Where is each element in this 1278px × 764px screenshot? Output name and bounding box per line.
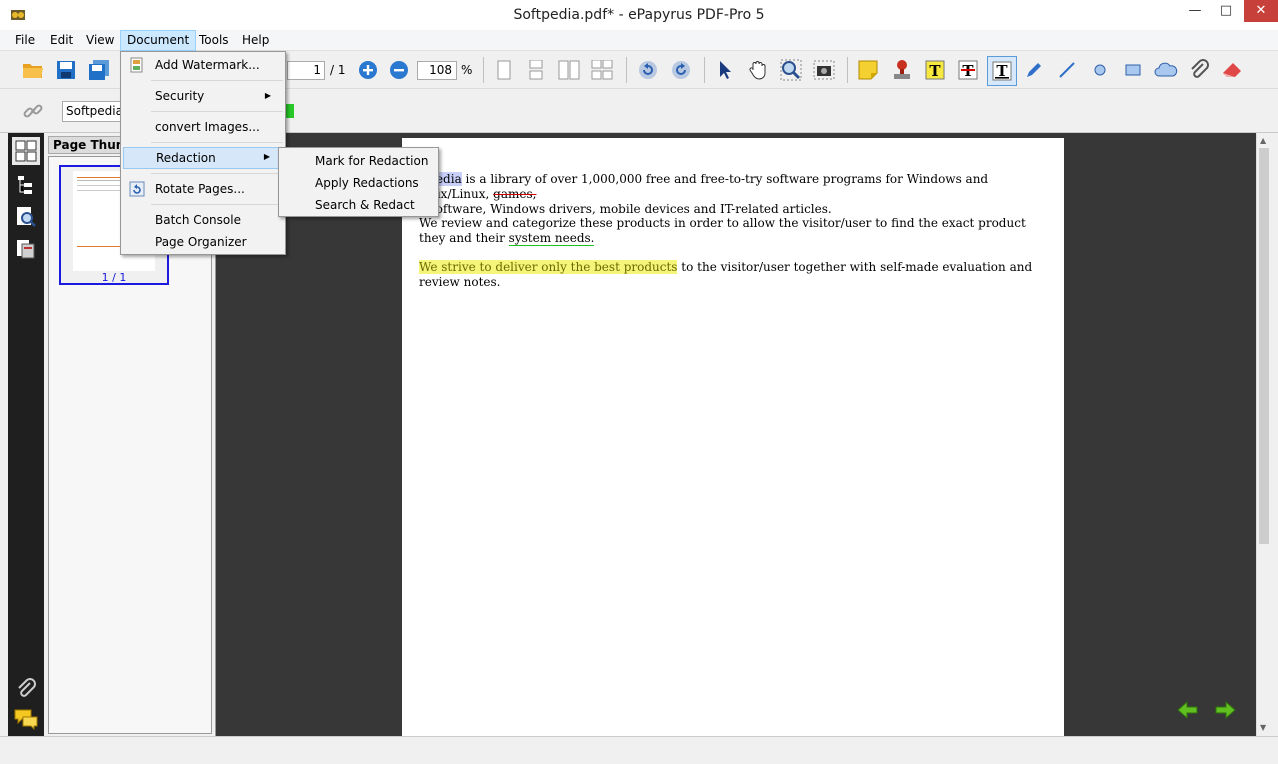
minimize-button[interactable]: — xyxy=(1180,0,1210,22)
zoom-in-icon[interactable] xyxy=(355,57,381,83)
vertical-scrollbar[interactable]: ▲ ▼ xyxy=(1256,133,1270,736)
maximize-button[interactable]: □ xyxy=(1211,0,1241,22)
pdf-paragraph-1: ftpedia is a library of over 1,000,000 f… xyxy=(419,172,989,216)
open-folder-icon[interactable] xyxy=(20,57,46,83)
underline-text-icon[interactable]: T xyxy=(987,56,1017,86)
thumbnails-panel-icon[interactable] xyxy=(12,137,40,165)
eraser-icon[interactable] xyxy=(1220,57,1246,83)
pdf-page[interactable]: ftpedia is a library of over 1,000,000 f… xyxy=(402,138,1064,736)
hand-tool-icon[interactable] xyxy=(745,57,771,83)
bookmarks-panel-icon[interactable] xyxy=(12,171,40,199)
link-icon[interactable] xyxy=(20,98,46,124)
watermark-icon xyxy=(130,57,143,73)
menu-redaction[interactable]: Redaction ▶ xyxy=(123,147,283,169)
window-title: Softpedia.pdf* - ePapyrus PDF-Pro 5 xyxy=(513,7,765,23)
menu-help[interactable]: Help xyxy=(236,30,275,51)
rotate-left-icon[interactable] xyxy=(635,57,661,83)
svg-text:T: T xyxy=(929,62,941,80)
scroll-up-icon[interactable]: ▲ xyxy=(1260,136,1266,145)
facing-page-icon[interactable] xyxy=(556,57,582,83)
thumbnail-page-label: 1 / 1 xyxy=(101,271,127,284)
underline-annotation[interactable]: system needs. xyxy=(508,231,595,246)
zoom-percent-label: % xyxy=(461,63,473,77)
marquee-zoom-icon[interactable] xyxy=(778,57,804,83)
close-button[interactable]: ✕ xyxy=(1244,0,1278,22)
scroll-thumb[interactable] xyxy=(1259,148,1269,544)
ellipse-icon[interactable] xyxy=(1087,57,1113,83)
menu-search-and-redact[interactable]: Search & Redact xyxy=(281,194,436,216)
next-page-arrow-icon[interactable] xyxy=(1214,700,1236,720)
menu-document[interactable]: Document xyxy=(120,30,197,51)
title-bar: Softpedia.pdf* - ePapyrus PDF-Pro 5 — □ … xyxy=(0,0,1278,30)
highlight-text-icon[interactable]: T xyxy=(922,57,948,83)
scroll-down-icon[interactable]: ▼ xyxy=(1260,723,1266,732)
sticky-note-icon[interactable] xyxy=(856,57,882,83)
continuous-facing-icon[interactable] xyxy=(589,57,615,83)
submenu-arrow-icon: ▶ xyxy=(264,91,271,100)
save-icon[interactable] xyxy=(53,57,79,83)
layers-panel-icon[interactable] xyxy=(12,235,40,263)
menu-file[interactable]: File xyxy=(9,30,41,51)
rotate-pages-icon xyxy=(129,181,145,197)
cloud-icon[interactable] xyxy=(1153,57,1179,83)
page-number-input[interactable]: 1 xyxy=(287,61,325,80)
attachment-icon[interactable] xyxy=(1186,57,1212,83)
pen-icon[interactable] xyxy=(1021,57,1047,83)
pdf-paragraph-3: We strive to deliver only the best produ… xyxy=(419,260,1033,289)
menu-view[interactable]: View xyxy=(80,30,120,51)
menu-rotate-pages[interactable]: Rotate Pages... xyxy=(123,178,283,200)
zoom-out-icon[interactable] xyxy=(386,57,412,83)
menu-convert-images[interactable]: convert Images... xyxy=(123,116,283,138)
document-menu-dropdown: Add Watermark... Security ▶ convert Imag… xyxy=(120,51,286,255)
zoom-input[interactable]: 108 xyxy=(417,61,457,80)
document-viewer[interactable]: ftpedia is a library of over 1,000,000 f… xyxy=(216,133,1256,736)
menu-edit[interactable]: Edit xyxy=(44,30,79,51)
line-icon[interactable] xyxy=(1054,57,1080,83)
page-total-label: / 1 xyxy=(330,63,346,77)
yellow-highlight[interactable]: We strive to deliver only the best produ… xyxy=(419,260,678,274)
rotate-right-icon[interactable] xyxy=(668,57,694,83)
comments-panel-icon[interactable] xyxy=(12,705,40,733)
menu-security[interactable]: Security ▶ xyxy=(123,85,283,107)
menu-add-watermark[interactable]: Add Watermark... xyxy=(123,54,283,76)
left-sidebar xyxy=(8,133,44,736)
save-all-icon[interactable] xyxy=(86,57,112,83)
search-go-indicator xyxy=(286,104,294,118)
menu-apply-redactions[interactable]: Apply Redactions xyxy=(281,172,436,194)
previous-page-arrow-icon[interactable] xyxy=(1177,700,1199,720)
select-arrow-icon[interactable] xyxy=(712,57,738,83)
pdf-paragraph-2: We review and categorize these products … xyxy=(419,216,1026,246)
menu-tools[interactable]: Tools xyxy=(193,30,235,51)
menu-batch-console[interactable]: Batch Console xyxy=(123,209,283,231)
snapshot-icon[interactable] xyxy=(811,57,837,83)
rectangle-icon[interactable] xyxy=(1120,57,1146,83)
menu-bar: File Edit View Document Tools Help xyxy=(0,30,1278,51)
menu-mark-for-redaction[interactable]: Mark for Redaction xyxy=(281,150,436,172)
status-bar xyxy=(0,736,1278,764)
single-page-icon[interactable] xyxy=(491,57,517,83)
attachments-panel-icon[interactable] xyxy=(12,675,40,703)
submenu-arrow-icon: ▶ xyxy=(263,152,270,161)
stamp-icon[interactable] xyxy=(889,57,915,83)
strikeout-text-icon[interactable]: T xyxy=(955,57,981,83)
strikeout-annotation[interactable]: games, xyxy=(493,187,536,201)
menu-page-organizer[interactable]: Page Organizer xyxy=(123,231,283,253)
search-input[interactable]: Softpedia xyxy=(62,101,123,122)
continuous-page-icon[interactable] xyxy=(523,57,549,83)
redaction-submenu: Mark for Redaction Apply Redactions Sear… xyxy=(278,147,439,217)
search-panel-icon[interactable] xyxy=(12,203,40,231)
